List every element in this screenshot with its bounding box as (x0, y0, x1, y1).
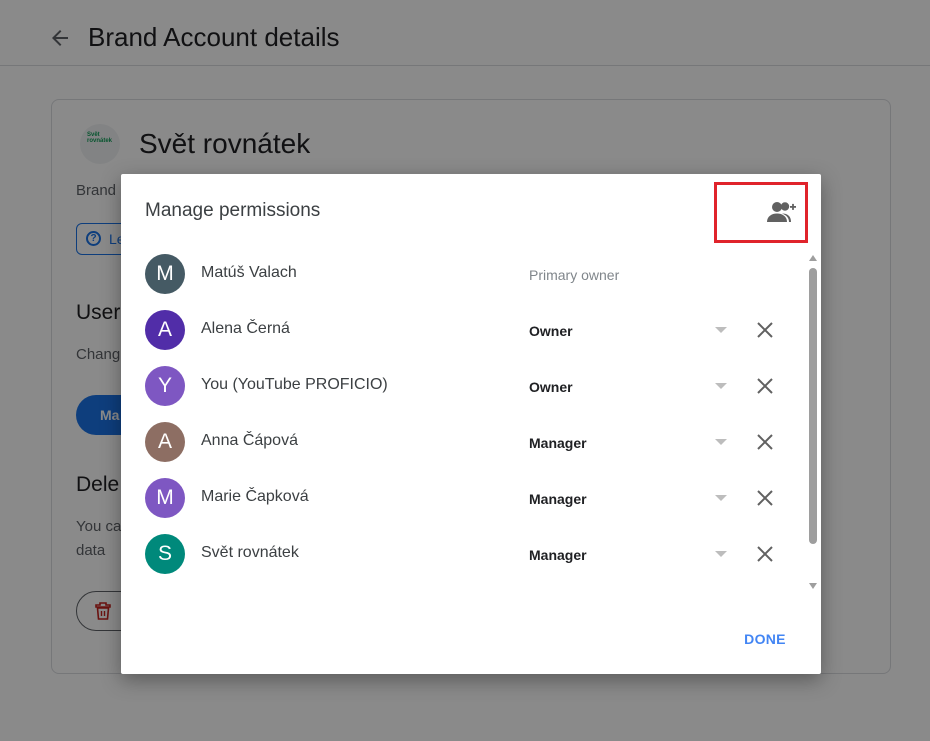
avatar: A (145, 422, 185, 462)
role-label: Manager (529, 491, 587, 507)
avatar: M (145, 254, 185, 294)
permissions-list: M Matúš Valach Primary owner A Alena Čer… (121, 246, 805, 590)
permission-row: S Svět rovnátek Manager (121, 526, 805, 582)
avatar: S (145, 534, 185, 574)
dialog-title: Manage permissions (145, 200, 321, 221)
manage-permissions-dialog: Manage permissions M Matúš Valach Primar… (121, 174, 821, 674)
page: Brand Account details Svět rovnátek Svět… (0, 0, 930, 741)
person-name: Marie Čapková (201, 488, 309, 505)
permission-row: M Marie Čapková Manager (121, 470, 805, 526)
done-button[interactable]: DONE (733, 624, 797, 654)
avatar: A (145, 310, 185, 350)
person-name: Anna Čápová (201, 432, 298, 449)
scroll-up-arrow-icon[interactable] (809, 254, 817, 262)
role-label: Owner (529, 323, 573, 339)
role-label: Primary owner (529, 267, 620, 283)
scrollbar[interactable] (807, 254, 819, 590)
caret-down-icon[interactable] (715, 493, 727, 503)
role-label: Manager (529, 435, 587, 451)
avatar: Y (145, 366, 185, 406)
person-name: You (YouTube PROFICIO) (201, 376, 388, 393)
close-icon[interactable] (755, 432, 775, 452)
caret-down-icon[interactable] (715, 549, 727, 559)
permission-row: Y You (YouTube PROFICIO) Owner (121, 358, 805, 414)
role-label: Owner (529, 379, 573, 395)
person-name: Alena Černá (201, 320, 290, 337)
permission-row: A Alena Černá Owner (121, 302, 805, 358)
avatar: M (145, 478, 185, 518)
permission-row: A Anna Čápová Manager (121, 414, 805, 470)
close-icon[interactable] (755, 320, 775, 340)
permission-row: M Matúš Valach Primary owner (121, 246, 805, 302)
close-icon[interactable] (755, 376, 775, 396)
scroll-down-arrow-icon[interactable] (809, 582, 817, 590)
scroll-thumb[interactable] (809, 268, 817, 544)
person-name: Svět rovnátek (201, 544, 299, 561)
person-name: Matúš Valach (201, 264, 297, 281)
role-label: Manager (529, 547, 587, 563)
person-add-icon[interactable] (765, 196, 797, 228)
close-icon[interactable] (755, 488, 775, 508)
close-icon[interactable] (755, 544, 775, 564)
caret-down-icon[interactable] (715, 325, 727, 335)
caret-down-icon[interactable] (715, 381, 727, 391)
caret-down-icon[interactable] (715, 437, 727, 447)
